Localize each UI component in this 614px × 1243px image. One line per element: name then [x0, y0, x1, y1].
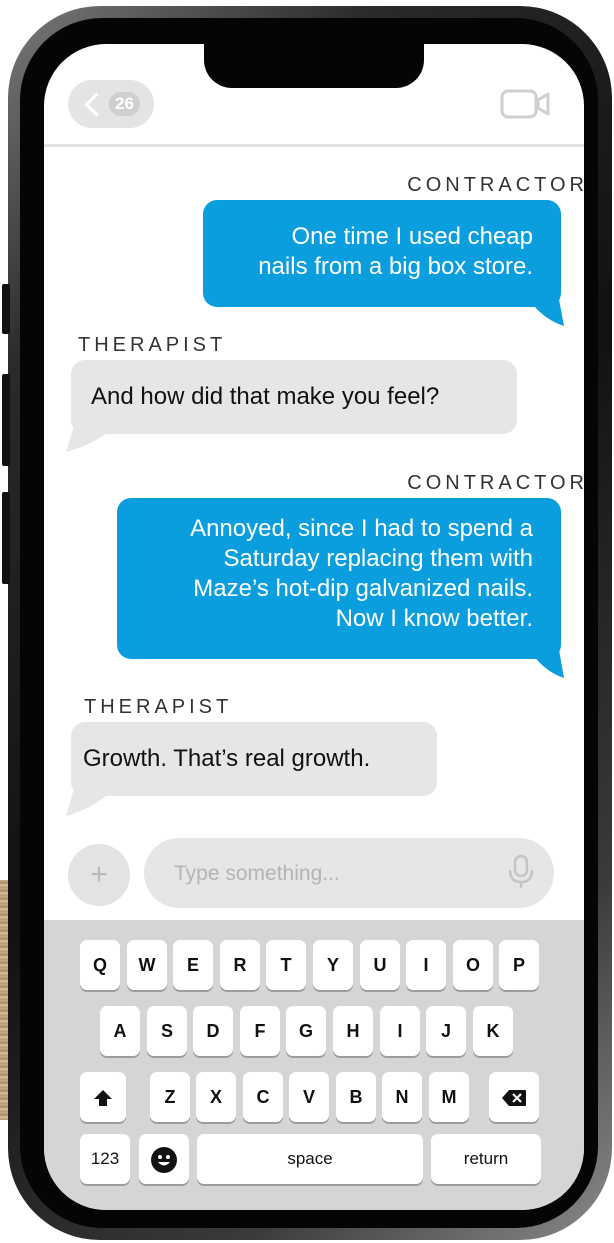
key-e[interactable]: E: [173, 940, 213, 990]
incoming-bubble-tail: [66, 420, 106, 452]
message-line: And how did that make you feel?: [91, 383, 440, 410]
key-p[interactable]: P: [499, 940, 539, 990]
key-m[interactable]: M: [429, 1072, 469, 1122]
key-w[interactable]: W: [127, 940, 167, 990]
numbers-key[interactable]: 123: [80, 1134, 130, 1184]
key-r[interactable]: R: [220, 940, 260, 990]
message-line: One time I used cheap: [291, 223, 533, 250]
sender-label-therapist: THERAPIST: [84, 696, 233, 718]
return-key[interactable]: return: [431, 1134, 541, 1184]
key-o[interactable]: O: [453, 940, 493, 990]
outgoing-bubble-tail: [534, 644, 564, 678]
incoming-message-bubble[interactable]: Growth. That’s real growth.: [71, 722, 437, 796]
outgoing-bubble-tail: [534, 294, 564, 326]
message-line: Annoyed, since I had to spend a: [190, 515, 533, 542]
outgoing-message-bubble[interactable]: One time I used cheap nails from a big b…: [203, 200, 561, 307]
video-camera-icon[interactable]: [500, 88, 552, 120]
key-c[interactable]: C: [243, 1072, 283, 1122]
emoji-key[interactable]: [139, 1134, 189, 1184]
key-d[interactable]: D: [193, 1006, 233, 1056]
key-t[interactable]: T: [266, 940, 306, 990]
volume-down-button: [2, 492, 10, 584]
shift-arrow-icon: [94, 1090, 112, 1107]
notch: [204, 44, 424, 88]
outgoing-message-bubble[interactable]: Annoyed, since I had to spend a Saturday…: [117, 498, 561, 659]
key-s[interactable]: S: [147, 1006, 187, 1056]
space-key[interactable]: space: [197, 1134, 423, 1184]
incoming-message-bubble[interactable]: And how did that make you feel?: [71, 360, 517, 434]
volume-up-button: [2, 374, 10, 466]
back-button[interactable]: 26: [68, 80, 154, 128]
message-line: Maze’s hot-dip galvanized nails.: [193, 575, 533, 602]
key-x[interactable]: X: [196, 1072, 236, 1122]
shift-key[interactable]: [80, 1072, 126, 1122]
incoming-bubble-tail: [66, 782, 106, 816]
key-y[interactable]: Y: [313, 940, 353, 990]
emoji-icon: [151, 1147, 177, 1174]
key-f[interactable]: F: [240, 1006, 280, 1056]
unread-count-badge: 26: [109, 92, 140, 116]
add-attachment-button[interactable]: +: [68, 844, 130, 906]
message-line: Now I know better.: [335, 605, 533, 632]
delete-icon: [502, 1090, 526, 1107]
header-divider: [44, 144, 584, 147]
phone-screen: 26 CONTRACTOR One time I used cheap nail…: [44, 44, 584, 1210]
key-q[interactable]: Q: [80, 940, 120, 990]
message-line: nails from a big box store.: [258, 253, 533, 280]
sender-label-contractor: CONTRACTOR: [407, 174, 584, 196]
message-input-field[interactable]: [144, 838, 554, 910]
delete-key[interactable]: [489, 1072, 539, 1122]
key-u[interactable]: U: [360, 940, 400, 990]
key-v[interactable]: V: [289, 1072, 329, 1122]
key-i-second[interactable]: I: [380, 1006, 420, 1056]
key-a[interactable]: A: [100, 1006, 140, 1056]
message-input[interactable]: [172, 838, 496, 910]
back-chevron-icon: [84, 91, 109, 117]
key-i[interactable]: I: [406, 940, 446, 990]
key-b[interactable]: B: [336, 1072, 376, 1122]
microphone-icon[interactable]: [506, 854, 536, 890]
mute-switch: [2, 284, 10, 334]
keyboard: Q W E R T Y U I O P A S D F G H I J K Z …: [44, 920, 584, 1210]
key-n[interactable]: N: [382, 1072, 422, 1122]
message-line: Saturday replacing them with: [223, 545, 534, 572]
key-j[interactable]: J: [426, 1006, 466, 1056]
sender-label-therapist: THERAPIST: [78, 334, 227, 356]
key-z[interactable]: Z: [150, 1072, 190, 1122]
key-h[interactable]: H: [333, 1006, 373, 1056]
key-g[interactable]: G: [286, 1006, 326, 1056]
sender-label-contractor: CONTRACTOR: [407, 472, 584, 494]
message-line: Growth. That’s real growth.: [83, 745, 371, 772]
key-k[interactable]: K: [473, 1006, 513, 1056]
